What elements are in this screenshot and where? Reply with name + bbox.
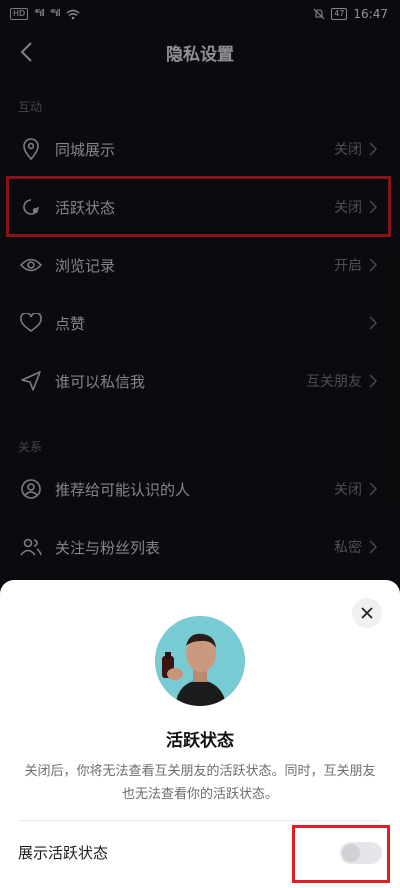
close-icon bbox=[361, 607, 373, 619]
bottom-sheet: 活跃状态 关闭后，你将无法查看互关朋友的活跃状态。同时，互关朋友也无法查看你的活… bbox=[0, 580, 400, 888]
toggle-label: 展示活跃状态 bbox=[18, 844, 109, 862]
sheet-description: 关闭后，你将无法查看互关朋友的活跃状态。同时，互关朋友也无法查看你的活跃状态。 bbox=[24, 764, 376, 802]
close-button[interactable] bbox=[352, 598, 382, 628]
highlight-box-toggle bbox=[292, 825, 390, 883]
sheet-title: 活跃状态 bbox=[166, 731, 234, 751]
divider bbox=[18, 820, 382, 821]
avatar-image bbox=[155, 616, 245, 706]
avatar bbox=[155, 616, 245, 706]
